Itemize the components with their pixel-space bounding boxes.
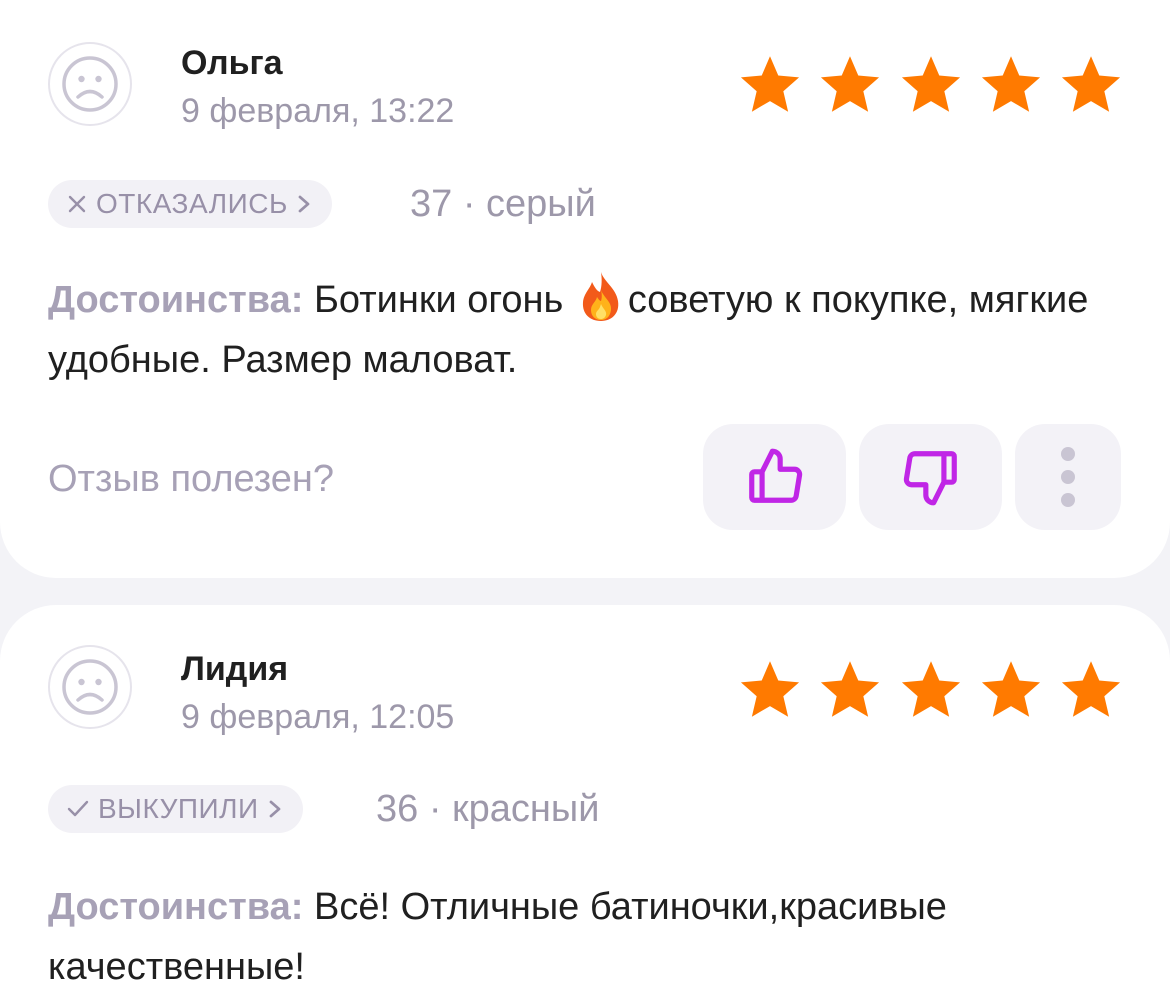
review-date: 9 февраля, 12:05 (181, 698, 455, 736)
star-icon (1061, 661, 1121, 717)
dislike-button[interactable] (859, 424, 1002, 530)
like-button[interactable] (703, 424, 846, 530)
star-icon (821, 661, 880, 717)
chevron-right-icon (298, 195, 310, 213)
checkmark-icon (67, 800, 89, 817)
star-icon (981, 661, 1040, 717)
size-color-info: 36 · красный (376, 788, 600, 830)
star-icon (901, 56, 960, 112)
review-date: 9 февраля, 13:22 (181, 92, 455, 130)
fire-icon (582, 272, 619, 321)
more-vertical-icon (1061, 447, 1075, 507)
thumbs-up-icon (748, 448, 802, 503)
status-label: ОТКАЗАЛИСЬ (96, 188, 288, 219)
star-icon (740, 56, 800, 112)
review-text: Достоинства: Всё! Отличные батиночки,кра… (48, 877, 1138, 997)
star-icon (1061, 56, 1121, 112)
thumbs-down-icon (903, 451, 957, 506)
reviewer-name: Лидия (181, 650, 289, 688)
sad-face-icon (62, 659, 118, 715)
status-pill[interactable]: ВЫКУПИЛИ (48, 785, 303, 833)
star-icon (740, 661, 800, 717)
helpful-question: Отзыв полезен? (48, 458, 335, 500)
cross-icon (68, 195, 86, 213)
star-icon (901, 661, 960, 717)
rating-stars (738, 657, 1123, 721)
more-options-button[interactable] (1015, 424, 1121, 530)
chevron-right-icon (269, 800, 281, 818)
review-text-part: Ботинки огонь (313, 279, 564, 321)
sad-face-icon (62, 56, 118, 112)
star-icon (821, 56, 880, 112)
avatar (48, 645, 132, 729)
status-label: ВЫКУПИЛИ (98, 793, 259, 824)
rating-stars (738, 52, 1123, 116)
review-text: Достоинства: Ботинки огонь советую к пок… (48, 270, 1138, 390)
review-label: Достоинства: (48, 886, 304, 928)
size-color-info: 37 · серый (410, 183, 596, 225)
review-card: Ольга 9 февраля, 13:22 ОТКАЗАЛИСЬ 37 · с… (0, 0, 1170, 578)
reviewer-name: Ольга (181, 44, 283, 82)
status-pill[interactable]: ОТКАЗАЛИСЬ (48, 180, 332, 228)
review-card: Лидия 9 февраля, 12:05 ВЫКУПИЛИ 36 · кра… (0, 605, 1170, 1005)
review-label: Достоинства: (48, 279, 304, 321)
star-icon (981, 56, 1040, 112)
avatar (48, 42, 132, 126)
